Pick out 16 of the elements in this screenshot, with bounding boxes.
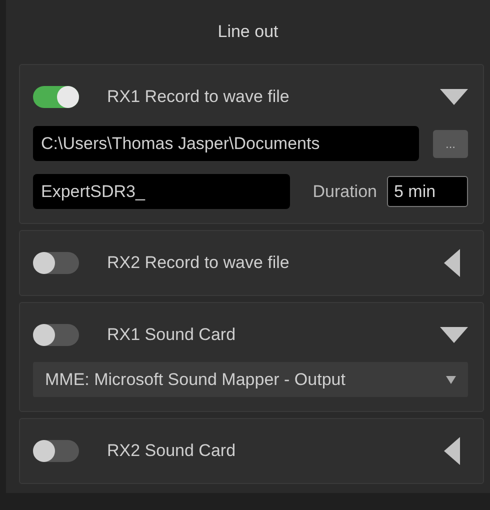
toggle-switch[interactable]	[33, 324, 79, 346]
device-dropdown[interactable]: MME: Microsoft Sound Mapper - Output	[33, 362, 468, 397]
duration-label: Duration	[312, 180, 377, 203]
toggle-switch[interactable]	[33, 440, 79, 462]
prefix-field[interactable]: ExpertSDR3_	[33, 174, 290, 209]
panel-title: Line out	[218, 21, 278, 44]
section-label: RX1 Sound Card	[107, 324, 237, 346]
section-label: RX2 Sound Card	[107, 440, 237, 462]
toggle-switch[interactable]	[33, 252, 79, 274]
duration-field[interactable]: 5 min	[387, 176, 468, 207]
path-field[interactable]: C:\Users\Thomas Jasper\Documents	[33, 126, 419, 161]
dropdown-caret-icon	[446, 376, 456, 384]
toggle-switch[interactable]	[33, 86, 79, 108]
browse-button[interactable]: ...	[433, 130, 468, 158]
section-label: RX1 Record to wave file	[107, 86, 290, 108]
section-label: RX2 Record to wave file	[107, 252, 290, 274]
